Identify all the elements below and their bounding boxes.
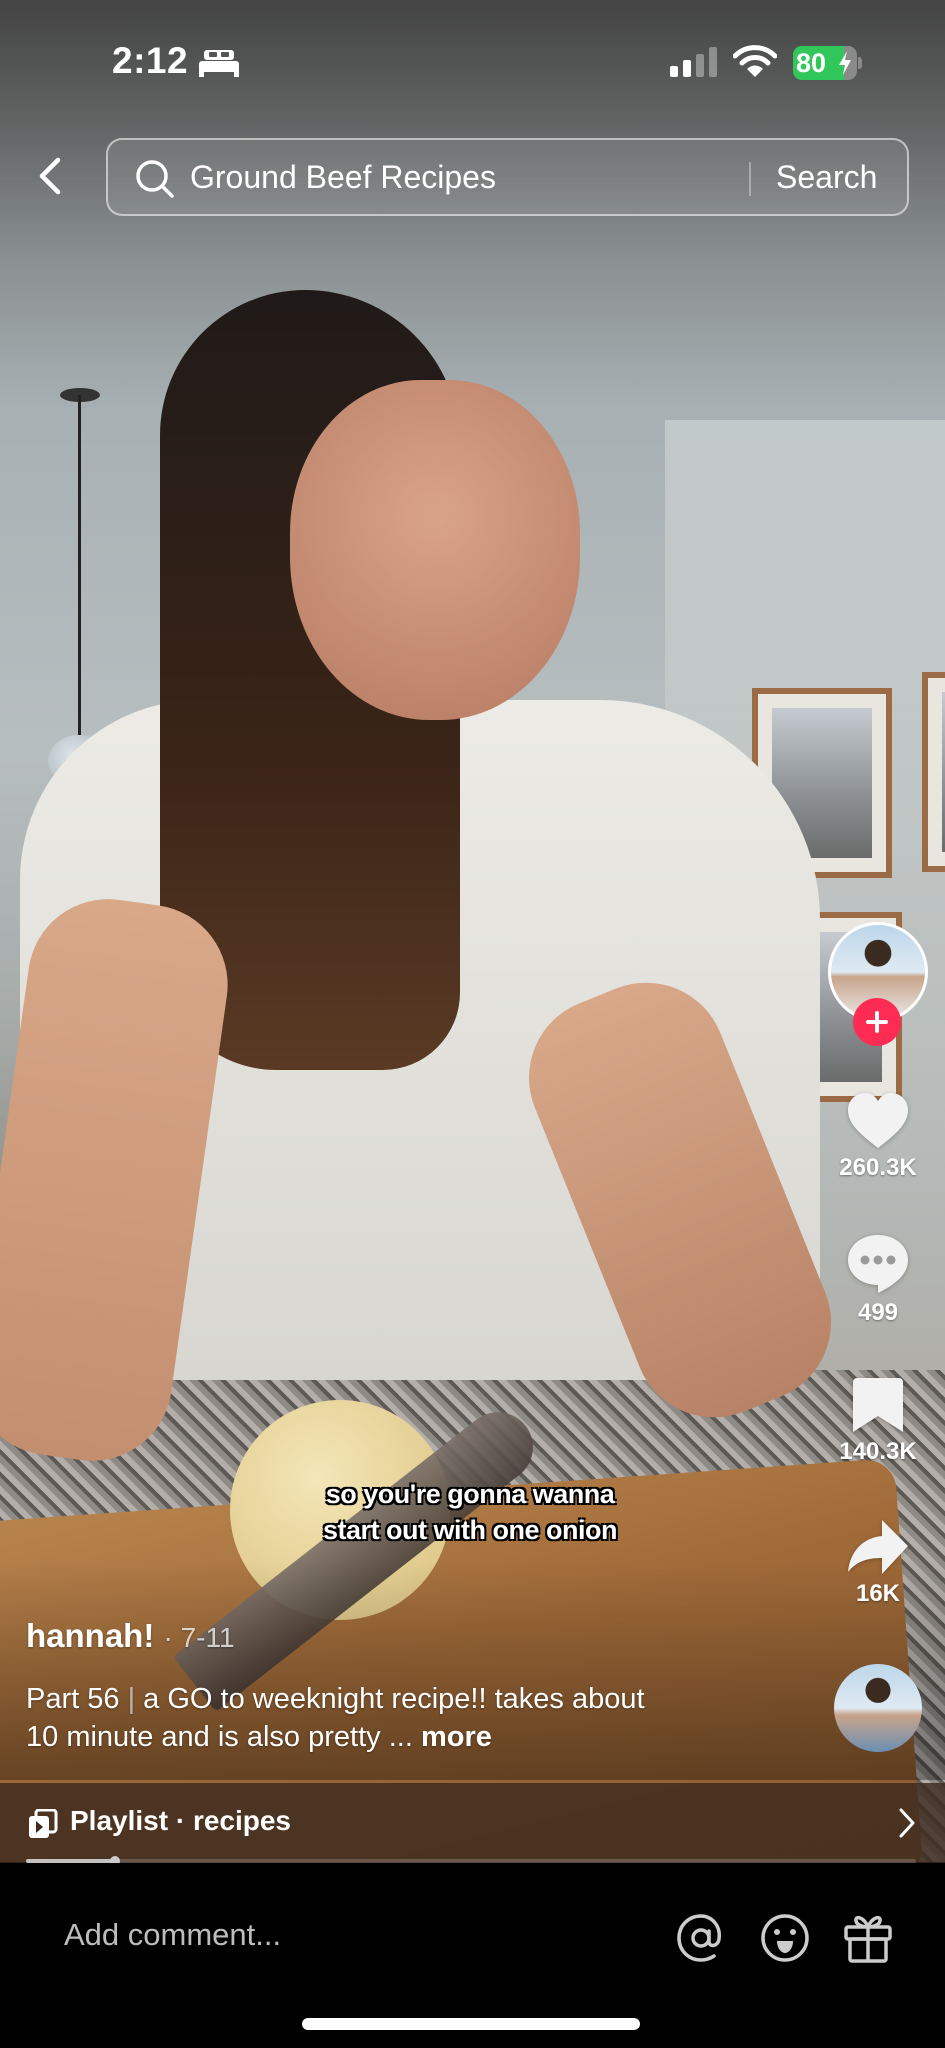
battery-percent: 80 bbox=[796, 48, 827, 78]
description-separator: | bbox=[127, 1683, 136, 1715]
add-comment-input[interactable]: Add comment... bbox=[64, 1915, 281, 1955]
video-person-face bbox=[290, 380, 580, 720]
author-line: hannah! · 7-11 bbox=[26, 1616, 235, 1658]
charging-bolt-icon bbox=[839, 51, 851, 75]
share-button[interactable]: 16K bbox=[823, 1518, 933, 1608]
search-icon bbox=[136, 160, 174, 198]
emoji-icon[interactable] bbox=[760, 1913, 810, 1963]
more-link[interactable]: more bbox=[421, 1721, 492, 1753]
subtitle-line: start out with one onion bbox=[323, 1515, 617, 1545]
search-divider bbox=[749, 162, 751, 196]
favorite-button[interactable]: 140.3K bbox=[823, 1378, 933, 1466]
description-part: Part 56 bbox=[26, 1683, 120, 1715]
subtitle-line: so you're gonna wanna bbox=[325, 1479, 615, 1509]
gift-icon[interactable] bbox=[843, 1911, 893, 1963]
status-time: 2:12 bbox=[112, 40, 189, 81]
home-indicator[interactable] bbox=[302, 2018, 640, 2030]
video-picture-frame bbox=[922, 672, 945, 872]
search-query-text[interactable]: Ground Beef Recipes bbox=[190, 157, 496, 197]
search-input[interactable]: Ground Beef Recipes Search bbox=[106, 138, 909, 216]
battery-indicator: 80 bbox=[793, 46, 862, 80]
wifi-icon bbox=[733, 45, 777, 77]
post-date: · 7-11 bbox=[163, 1622, 235, 1653]
mention-at-icon[interactable] bbox=[676, 1913, 726, 1963]
favorite-count: 140.3K bbox=[839, 1438, 917, 1465]
follow-button[interactable] bbox=[853, 998, 901, 1046]
bed-icon bbox=[199, 50, 239, 77]
comment-bubble-icon bbox=[848, 1235, 908, 1293]
chevron-right-icon bbox=[899, 1808, 915, 1838]
comment-count: 499 bbox=[857, 1299, 899, 1326]
video-description[interactable]: Part 56 | a GO to weeknight recipe!! tak… bbox=[26, 1680, 676, 1756]
playlist-label: Playlist · recipes bbox=[70, 1805, 292, 1836]
top-gradient bbox=[0, 0, 945, 260]
video-subtitle: so you're gonna wanna start out with one… bbox=[250, 1476, 690, 1548]
share-count: 16K bbox=[855, 1580, 901, 1607]
like-count: 260.3K bbox=[839, 1154, 917, 1181]
back-button[interactable] bbox=[30, 152, 70, 200]
video-lamp-cord bbox=[78, 395, 81, 735]
like-button[interactable]: 260.3K bbox=[823, 1092, 933, 1182]
comment-button[interactable]: 499 bbox=[823, 1233, 933, 1327]
bookmark-icon bbox=[853, 1378, 903, 1432]
cellular-signal-icon bbox=[670, 47, 717, 77]
playlist-bar[interactable]: Playlist · recipes bbox=[0, 1783, 945, 1863]
share-arrow-icon bbox=[848, 1520, 908, 1574]
sound-disc[interactable] bbox=[834, 1664, 922, 1752]
author-name[interactable]: hannah! bbox=[26, 1617, 154, 1654]
search-button[interactable]: Search bbox=[776, 157, 877, 197]
playlist-icon bbox=[29, 1809, 58, 1838]
heart-icon bbox=[848, 1093, 908, 1148]
